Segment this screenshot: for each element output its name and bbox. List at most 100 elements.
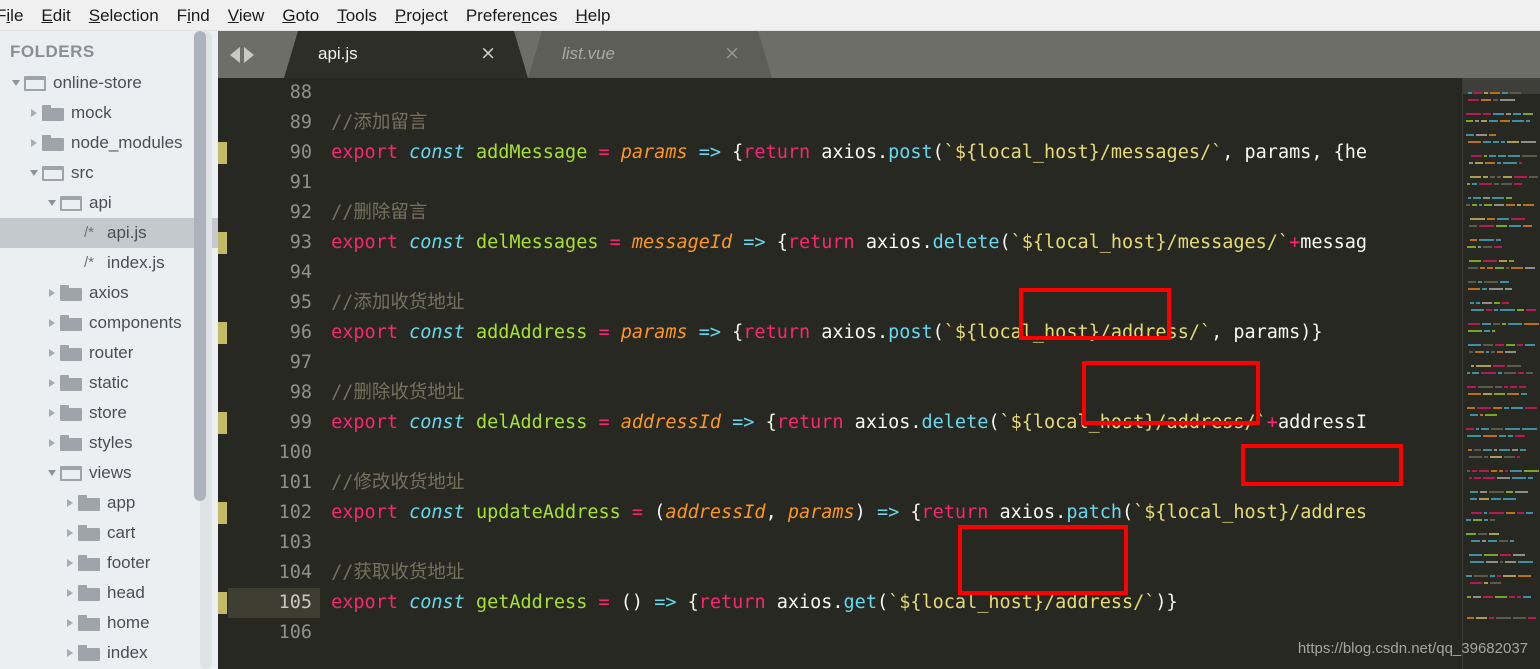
menu-tools[interactable]: Tools bbox=[328, 0, 386, 31]
minimap-line-segment bbox=[1506, 491, 1513, 493]
tab-nav-arrows[interactable] bbox=[230, 43, 282, 67]
tree-folder-styles[interactable]: styles bbox=[0, 428, 218, 458]
tree-folder-components[interactable]: components bbox=[0, 308, 218, 338]
minimap-line-segment bbox=[1505, 288, 1512, 290]
chevron-right-icon[interactable] bbox=[62, 499, 77, 507]
menu-find[interactable]: Find bbox=[168, 0, 219, 31]
chevron-down-icon[interactable] bbox=[44, 470, 59, 476]
code-line[interactable]: 102 export const updateAddress = (addres… bbox=[218, 498, 1540, 528]
chevron-right-icon[interactable] bbox=[244, 47, 254, 63]
chevron-right-icon[interactable] bbox=[44, 439, 59, 447]
code-line[interactable]: 96 export const addAddress = params => {… bbox=[218, 318, 1540, 348]
tree-folder-footer[interactable]: footer bbox=[0, 548, 218, 578]
code-line[interactable]: 105 export const getAddress = () => {ret… bbox=[218, 588, 1540, 618]
tree-file-index-js[interactable]: /* index.js bbox=[0, 248, 218, 278]
chevron-down-icon[interactable] bbox=[8, 80, 23, 86]
minimap-line-segment bbox=[1467, 386, 1476, 388]
code-line[interactable]: 91 bbox=[218, 168, 1540, 198]
tree-folder-home[interactable]: home bbox=[0, 608, 218, 638]
tree-folder-router[interactable]: router bbox=[0, 338, 218, 368]
code-line[interactable]: 100 bbox=[218, 438, 1540, 468]
tree-folder-head[interactable]: head bbox=[0, 578, 218, 608]
minimap-line-segment bbox=[1489, 491, 1504, 493]
tree-folder-app[interactable]: app bbox=[0, 488, 218, 518]
menu-preferences[interactable]: Preferences bbox=[457, 0, 567, 31]
code-line[interactable]: 90 export const addMessage = params => {… bbox=[218, 138, 1540, 168]
code-line[interactable]: 101 //修改收货地址 bbox=[218, 468, 1540, 498]
close-icon[interactable]: × bbox=[724, 44, 740, 63]
code-line[interactable]: 97 bbox=[218, 348, 1540, 378]
close-icon[interactable]: × bbox=[480, 44, 496, 63]
chevron-left-icon[interactable] bbox=[230, 47, 240, 63]
minimap-line-segment bbox=[1470, 561, 1484, 563]
code-line[interactable]: 98 //删除收货地址 bbox=[218, 378, 1540, 408]
chevron-right-icon[interactable] bbox=[44, 319, 59, 327]
tree-folder-api[interactable]: api bbox=[0, 188, 218, 218]
chevron-right-icon[interactable] bbox=[62, 529, 77, 537]
chevron-right-icon[interactable] bbox=[44, 379, 59, 387]
chevron-right-icon[interactable] bbox=[44, 289, 59, 297]
tab-list-vue[interactable]: list.vue × bbox=[528, 31, 772, 78]
code-line[interactable]: 95 //添加收货地址 bbox=[218, 288, 1540, 318]
minimap-line-segment bbox=[1501, 141, 1505, 143]
chevron-down-icon[interactable] bbox=[44, 200, 59, 206]
menu-help[interactable]: Help bbox=[567, 0, 620, 31]
minimap-line-segment bbox=[1517, 596, 1521, 598]
minimap-line-segment bbox=[1489, 617, 1494, 619]
chevron-right-icon[interactable] bbox=[26, 109, 41, 117]
sidebar-scrollbar-thumb[interactable] bbox=[194, 31, 206, 501]
chevron-right-icon[interactable] bbox=[62, 559, 77, 567]
minimap-line-segment bbox=[1483, 449, 1492, 451]
code-text: export const addMessage = params => {ret… bbox=[331, 142, 1368, 163]
tree-folder-cart[interactable]: cart bbox=[0, 518, 218, 548]
tree-folder-axios[interactable]: axios bbox=[0, 278, 218, 308]
minimap-line-segment bbox=[1478, 533, 1487, 535]
tab-api-js[interactable]: api.js × bbox=[284, 31, 528, 78]
minimap-line-segment bbox=[1483, 197, 1490, 199]
tree-folder-views[interactable]: views bbox=[0, 458, 218, 488]
minimap-line-segment bbox=[1479, 239, 1494, 241]
minimap-line-segment bbox=[1497, 351, 1503, 353]
minimap-line-segment bbox=[1528, 617, 1536, 619]
tree-folder-index[interactable]: index bbox=[0, 638, 218, 668]
code-line[interactable]: 92 //删除留言 bbox=[218, 198, 1540, 228]
chevron-right-icon[interactable] bbox=[44, 409, 59, 417]
menu-project[interactable]: Project bbox=[386, 0, 457, 31]
code-line[interactable]: 88 bbox=[218, 78, 1540, 108]
code-line[interactable]: 99 export const delAddress = addressId =… bbox=[218, 408, 1540, 438]
chevron-right-icon[interactable] bbox=[44, 349, 59, 357]
tree-folder-static[interactable]: static bbox=[0, 368, 218, 398]
code-line[interactable]: 104 //获取收货地址 bbox=[218, 558, 1540, 588]
tree-folder-online-store[interactable]: online-store bbox=[0, 68, 218, 98]
menu-edit[interactable]: Edit bbox=[32, 0, 79, 31]
minimap-line-segment bbox=[1495, 267, 1504, 269]
minimap-line-segment bbox=[1495, 344, 1504, 346]
code-line[interactable]: 94 bbox=[218, 258, 1540, 288]
tree-folder-node-modules[interactable]: node_modules bbox=[0, 128, 218, 158]
code-editor[interactable]: 88 89 //添加留言 90 export const addMessage = … bbox=[218, 78, 1540, 669]
menu-goto[interactable]: Goto bbox=[273, 0, 328, 31]
minimap-line-segment bbox=[1503, 176, 1512, 178]
chevron-right-icon[interactable] bbox=[62, 589, 77, 597]
tree-file-api-js[interactable]: /* api.js bbox=[0, 218, 218, 248]
menu-file[interactable]: File bbox=[0, 0, 32, 31]
code-text: export const delMessages = messageId => … bbox=[331, 232, 1368, 253]
minimap-line-segment bbox=[1479, 183, 1492, 185]
chevron-down-icon[interactable] bbox=[26, 170, 41, 176]
code-line[interactable]: 89 //添加留言 bbox=[218, 108, 1540, 138]
chevron-right-icon[interactable] bbox=[26, 139, 41, 147]
tree-folder-mock[interactable]: mock bbox=[0, 98, 218, 128]
minimap[interactable] bbox=[1462, 78, 1540, 669]
minimap-line-segment bbox=[1483, 477, 1495, 479]
menu-selection[interactable]: Selection bbox=[80, 0, 168, 31]
chevron-right-icon[interactable] bbox=[62, 649, 77, 657]
sidebar-scrollbar-track[interactable] bbox=[194, 31, 212, 669]
minimap-line-segment bbox=[1503, 498, 1516, 500]
minimap-line-segment bbox=[1471, 365, 1474, 367]
chevron-right-icon[interactable] bbox=[62, 619, 77, 627]
code-line[interactable]: 103 bbox=[218, 528, 1540, 558]
tree-folder-store[interactable]: store bbox=[0, 398, 218, 428]
menu-view[interactable]: View bbox=[219, 0, 274, 31]
code-line[interactable]: 93 export const delMessages = messageId … bbox=[218, 228, 1540, 258]
tree-folder-src[interactable]: src bbox=[0, 158, 218, 188]
